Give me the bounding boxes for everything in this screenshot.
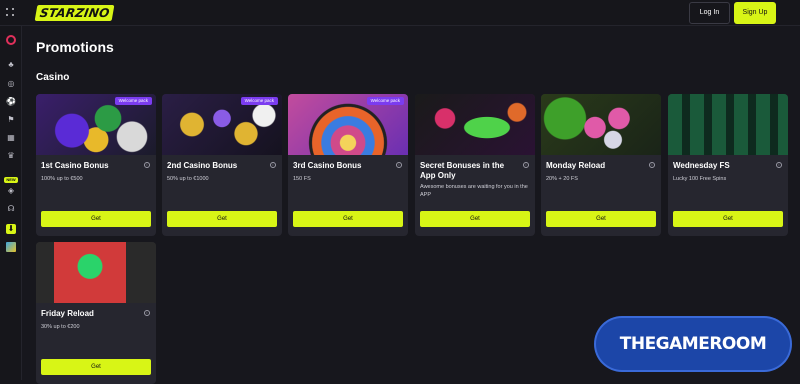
info-icon[interactable]: i — [523, 162, 529, 168]
casino-chip-icon[interactable]: ◎ — [6, 79, 16, 89]
info-icon[interactable]: i — [144, 310, 150, 316]
top-bar: STARZINO Log In Sign Up — [0, 0, 800, 26]
info-icon[interactable]: i — [649, 162, 655, 168]
card-title: 3rd Casino Bonus — [293, 161, 362, 170]
card-title: 1st Casino Bonus — [41, 161, 109, 170]
get-button[interactable]: Get — [167, 211, 277, 227]
download-icon[interactable]: ⬇ — [6, 224, 16, 234]
brand-logo[interactable]: STARZINO — [34, 5, 115, 21]
card-title: Wednesday FS — [673, 161, 730, 170]
get-button[interactable]: Get — [41, 359, 151, 375]
info-icon[interactable]: i — [270, 162, 276, 168]
info-icon[interactable]: i — [144, 162, 150, 168]
welcome-pack-badge: Welcome pack — [240, 97, 278, 105]
promo-card: Welcome pack 2nd Casino Bonus i 50% up t… — [162, 94, 282, 236]
welcome-pack-badge: Welcome pack — [366, 97, 404, 105]
slot-machines-image — [668, 94, 788, 155]
new-badge: NEW — [4, 177, 18, 183]
card-title: 2nd Casino Bonus — [167, 161, 238, 170]
support-headset-icon[interactable]: ☊ — [6, 204, 16, 214]
get-button[interactable]: Get — [420, 211, 530, 227]
get-button[interactable]: Get — [673, 211, 783, 227]
promo-icon[interactable]: ♣ — [6, 60, 16, 70]
games-icon[interactable]: ◈ — [6, 186, 16, 196]
card-subtitle: 30% up to €200 — [41, 324, 80, 330]
flag-icon[interactable]: ⚑ — [6, 115, 16, 125]
login-button[interactable]: Log In — [689, 2, 730, 24]
card-subtitle: Awesome bonuses are waiting for you in t… — [420, 184, 528, 198]
signup-button[interactable]: Sign Up — [734, 2, 776, 24]
sidebar: ♣ ◎ ⚽ ⚑ ▦ ♛ NEW ◈ ☊ ⬇ — [0, 26, 22, 380]
promo-card: Welcome pack 3rd Casino Bonus i 150 FS G… — [288, 94, 408, 236]
promo-card: Secret Bonuses in the App Only i Awesome… — [415, 94, 535, 236]
phone-app-image — [415, 94, 535, 155]
pink-dice-image — [541, 94, 661, 155]
card-subtitle: 20% + 20 FS — [546, 176, 578, 182]
slot-machine-image — [36, 242, 156, 303]
card-subtitle: 50% up to €1000 — [167, 176, 209, 182]
card-subtitle: 150 FS — [293, 176, 311, 182]
get-button[interactable]: Get — [546, 211, 656, 227]
get-button[interactable]: Get — [41, 211, 151, 227]
promo-card: Wednesday FS i Lucky 100 Free Spins Get — [668, 94, 788, 236]
crown-icon[interactable]: ♛ — [6, 151, 16, 161]
get-button[interactable]: Get — [293, 211, 403, 227]
info-icon[interactable]: i — [396, 162, 402, 168]
watermark-logo: THEGAMEROOM — [596, 318, 790, 370]
page-title: Promotions — [36, 39, 114, 55]
card-title: Secret Bonuses in the App Only — [420, 161, 505, 180]
watermark-text: THEGAMEROOM — [619, 334, 767, 354]
card-title: Friday Reload — [41, 309, 94, 318]
calendar-icon[interactable]: ▦ — [6, 133, 16, 143]
menu-grid-icon[interactable] — [6, 8, 14, 16]
section-title-casino: Casino — [36, 72, 70, 83]
welcome-pack-badge: Welcome pack — [114, 97, 152, 105]
promo-card: Friday Reload i 30% up to €200 Get — [36, 242, 156, 384]
app-thumbnail-icon[interactable] — [6, 242, 16, 252]
target-icon[interactable] — [6, 35, 16, 45]
promo-card: Monday Reload i 20% + 20 FS Get — [541, 94, 661, 236]
card-title: Monday Reload — [546, 161, 606, 170]
info-icon[interactable]: i — [776, 162, 782, 168]
card-subtitle: 100% up to €500 — [41, 176, 83, 182]
sports-ball-icon[interactable]: ⚽ — [6, 97, 16, 107]
promo-card: Welcome pack 1st Casino Bonus i 100% up … — [36, 94, 156, 236]
card-subtitle: Lucky 100 Free Spins — [673, 176, 727, 182]
